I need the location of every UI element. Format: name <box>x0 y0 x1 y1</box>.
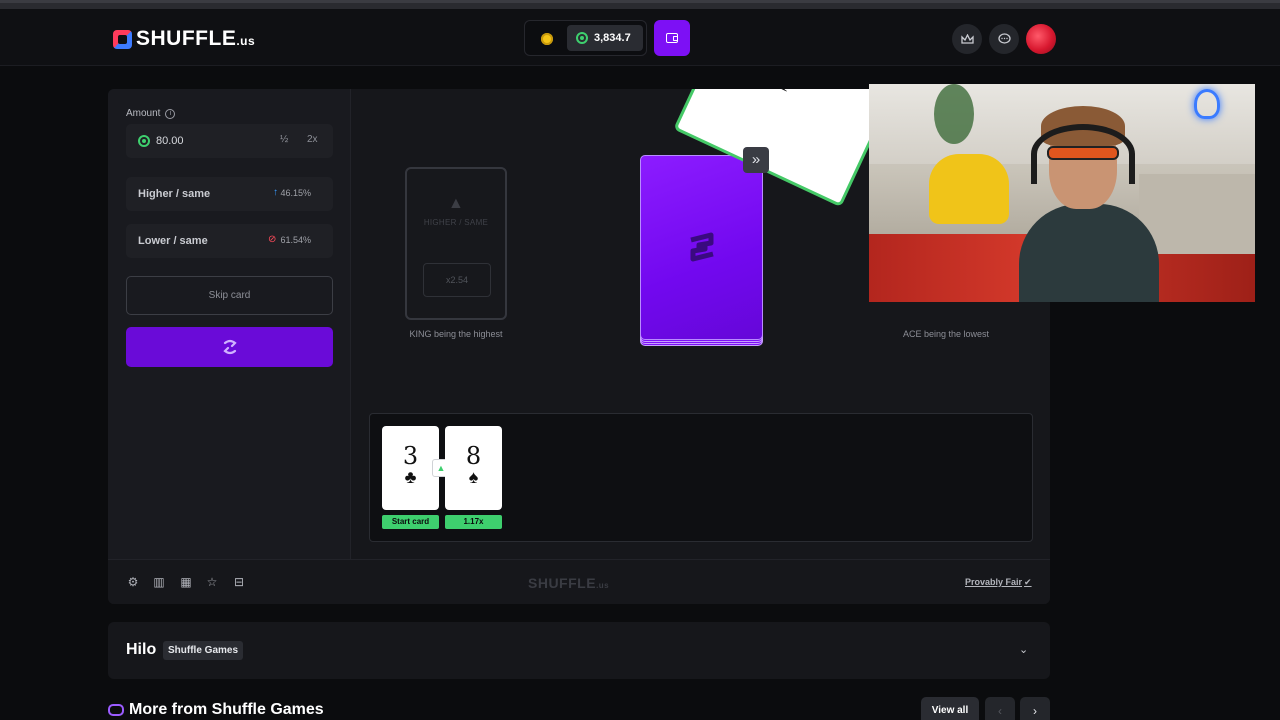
half-button[interactable]: ½ <box>280 134 288 145</box>
gold-coin-icon <box>541 33 553 45</box>
stats-icon[interactable]: ▦ <box>179 575 193 589</box>
provably-fair-link[interactable]: Provably Fair ✔ <box>965 577 1032 588</box>
webcam-person-body <box>1019 204 1159 302</box>
card-history: 3 ♣ Start card ▲ 8 ♠ 1.17x <box>369 413 1033 542</box>
footer-logo: SHUFFLE.us <box>528 575 610 591</box>
spade-suit-icon: ♠ <box>771 89 799 100</box>
double-check-icon: ✔ <box>1024 577 1032 587</box>
webcam-neon-sign <box>1194 89 1220 119</box>
caption-ace-lowest: ACE being the lowest <box>902 329 990 339</box>
game-footer: ⚙ ▥ ▦ ☆ ⊟ SHUFFLE.us Provably Fair ✔ <box>108 559 1050 604</box>
view-all-button[interactable]: View all <box>921 697 979 720</box>
history-card-tag: Start card <box>382 515 439 529</box>
balance-pill[interactable]: 3,834.7 <box>567 25 643 51</box>
crown-icon <box>960 33 974 44</box>
history-card: 3 ♣ <box>382 426 439 510</box>
bet-controls: Amount i ½ 2x Higher / same ↑ 46.15% Low… <box>108 89 351 559</box>
club-suit-icon: ♣ <box>404 467 417 487</box>
amount-coin-icon <box>138 135 150 147</box>
streamer-webcam <box>869 84 1255 302</box>
amount-field: ½ 2x <box>126 124 333 158</box>
webcam-plant <box>934 84 974 144</box>
wallet-button[interactable] <box>654 20 690 56</box>
amount-input[interactable] <box>156 124 266 158</box>
more-games-title: More from Shuffle Games <box>129 701 324 718</box>
ghost-card-label: HIGHER / SAME <box>423 218 489 227</box>
amount-label-text: Amount <box>126 108 161 119</box>
browser-top-strip <box>0 0 1280 9</box>
webcam-yellow-chair <box>929 154 1009 224</box>
shuffle-logo-icon <box>113 29 132 49</box>
fast-forward-button[interactable]: » <box>743 147 769 173</box>
provider-badge: Shuffle Games <box>163 641 244 660</box>
arrow-up-icon: ↑ <box>273 187 278 198</box>
deck-top-card <box>640 155 763 340</box>
bet-button[interactable] <box>126 327 333 367</box>
chat-icon <box>997 33 1011 44</box>
higher-same-label: Higher / same <box>138 188 211 200</box>
lower-same-label: Lower / same <box>138 235 208 247</box>
lower-same-option[interactable]: Lower / same ⊘ 61.54% <box>126 224 333 258</box>
spade-suit-icon: ♠ <box>468 467 479 487</box>
higher-same-option[interactable]: Higher / same ↑ 46.15% <box>126 177 333 211</box>
top-strip-highlight <box>0 0 1280 3</box>
shuffle-mark-icon <box>690 232 714 262</box>
history-card: 8 ♠ <box>445 426 502 510</box>
chevron-up-icon: ▲ <box>448 195 464 212</box>
card-rank: 3 <box>402 442 419 470</box>
higher-same-card-slot[interactable]: ▲ HIGHER / SAME x2.54 <box>405 167 507 320</box>
gamepad-icon <box>108 704 124 716</box>
amount-label: Amount i <box>126 108 176 119</box>
more-games-heading: More from Shuffle Games <box>108 701 324 719</box>
briefcase-icon[interactable]: ⊟ <box>232 575 246 589</box>
logo-text: SHUFFLE.us <box>136 27 256 50</box>
site-header: SHUFFLE.us 3,834.7 <box>0 9 1280 66</box>
lower-same-probability: 61.54% <box>280 235 311 245</box>
green-coin-icon <box>576 32 588 44</box>
card-rank: 8 <box>465 442 482 470</box>
theatre-mode-icon[interactable]: ▥ <box>152 575 166 589</box>
webcam-cabinet <box>1139 174 1255 254</box>
balance-value: 3,834.7 <box>594 32 631 44</box>
shuffle-logo[interactable]: SHUFFLE.us <box>113 27 255 51</box>
next-button[interactable]: › <box>1020 697 1050 720</box>
skip-card-button[interactable]: Skip card <box>126 276 333 315</box>
game-title: Hilo <box>126 641 157 658</box>
vip-button[interactable] <box>952 24 982 54</box>
webcam-glasses <box>1047 146 1119 160</box>
previous-button[interactable]: ‹ <box>985 697 1015 720</box>
wallet-icon <box>666 33 678 43</box>
user-avatar[interactable] <box>1026 24 1056 54</box>
settings-icon[interactable]: ⚙ <box>126 575 140 589</box>
double-button[interactable]: 2x <box>307 134 318 145</box>
no-entry-icon: ⊘ <box>268 234 277 245</box>
game-info-bar[interactable]: Hilo Shuffle Games ⌄ <box>108 622 1050 679</box>
higher-same-probability: 46.15% <box>280 188 311 198</box>
info-icon[interactable]: i <box>165 108 176 119</box>
history-card-tag: 1.17x <box>445 515 502 529</box>
loading-spinner-icon <box>222 339 237 355</box>
balance-selector[interactable]: 3,834.7 <box>524 20 647 56</box>
chat-button[interactable] <box>989 24 1019 54</box>
favorite-star-icon[interactable]: ☆ <box>205 575 219 589</box>
ghost-card-multiplier: x2.54 <box>423 263 491 297</box>
chevron-down-icon[interactable]: ⌄ <box>1019 643 1028 656</box>
caption-king-highest: KING being the highest <box>409 329 503 339</box>
